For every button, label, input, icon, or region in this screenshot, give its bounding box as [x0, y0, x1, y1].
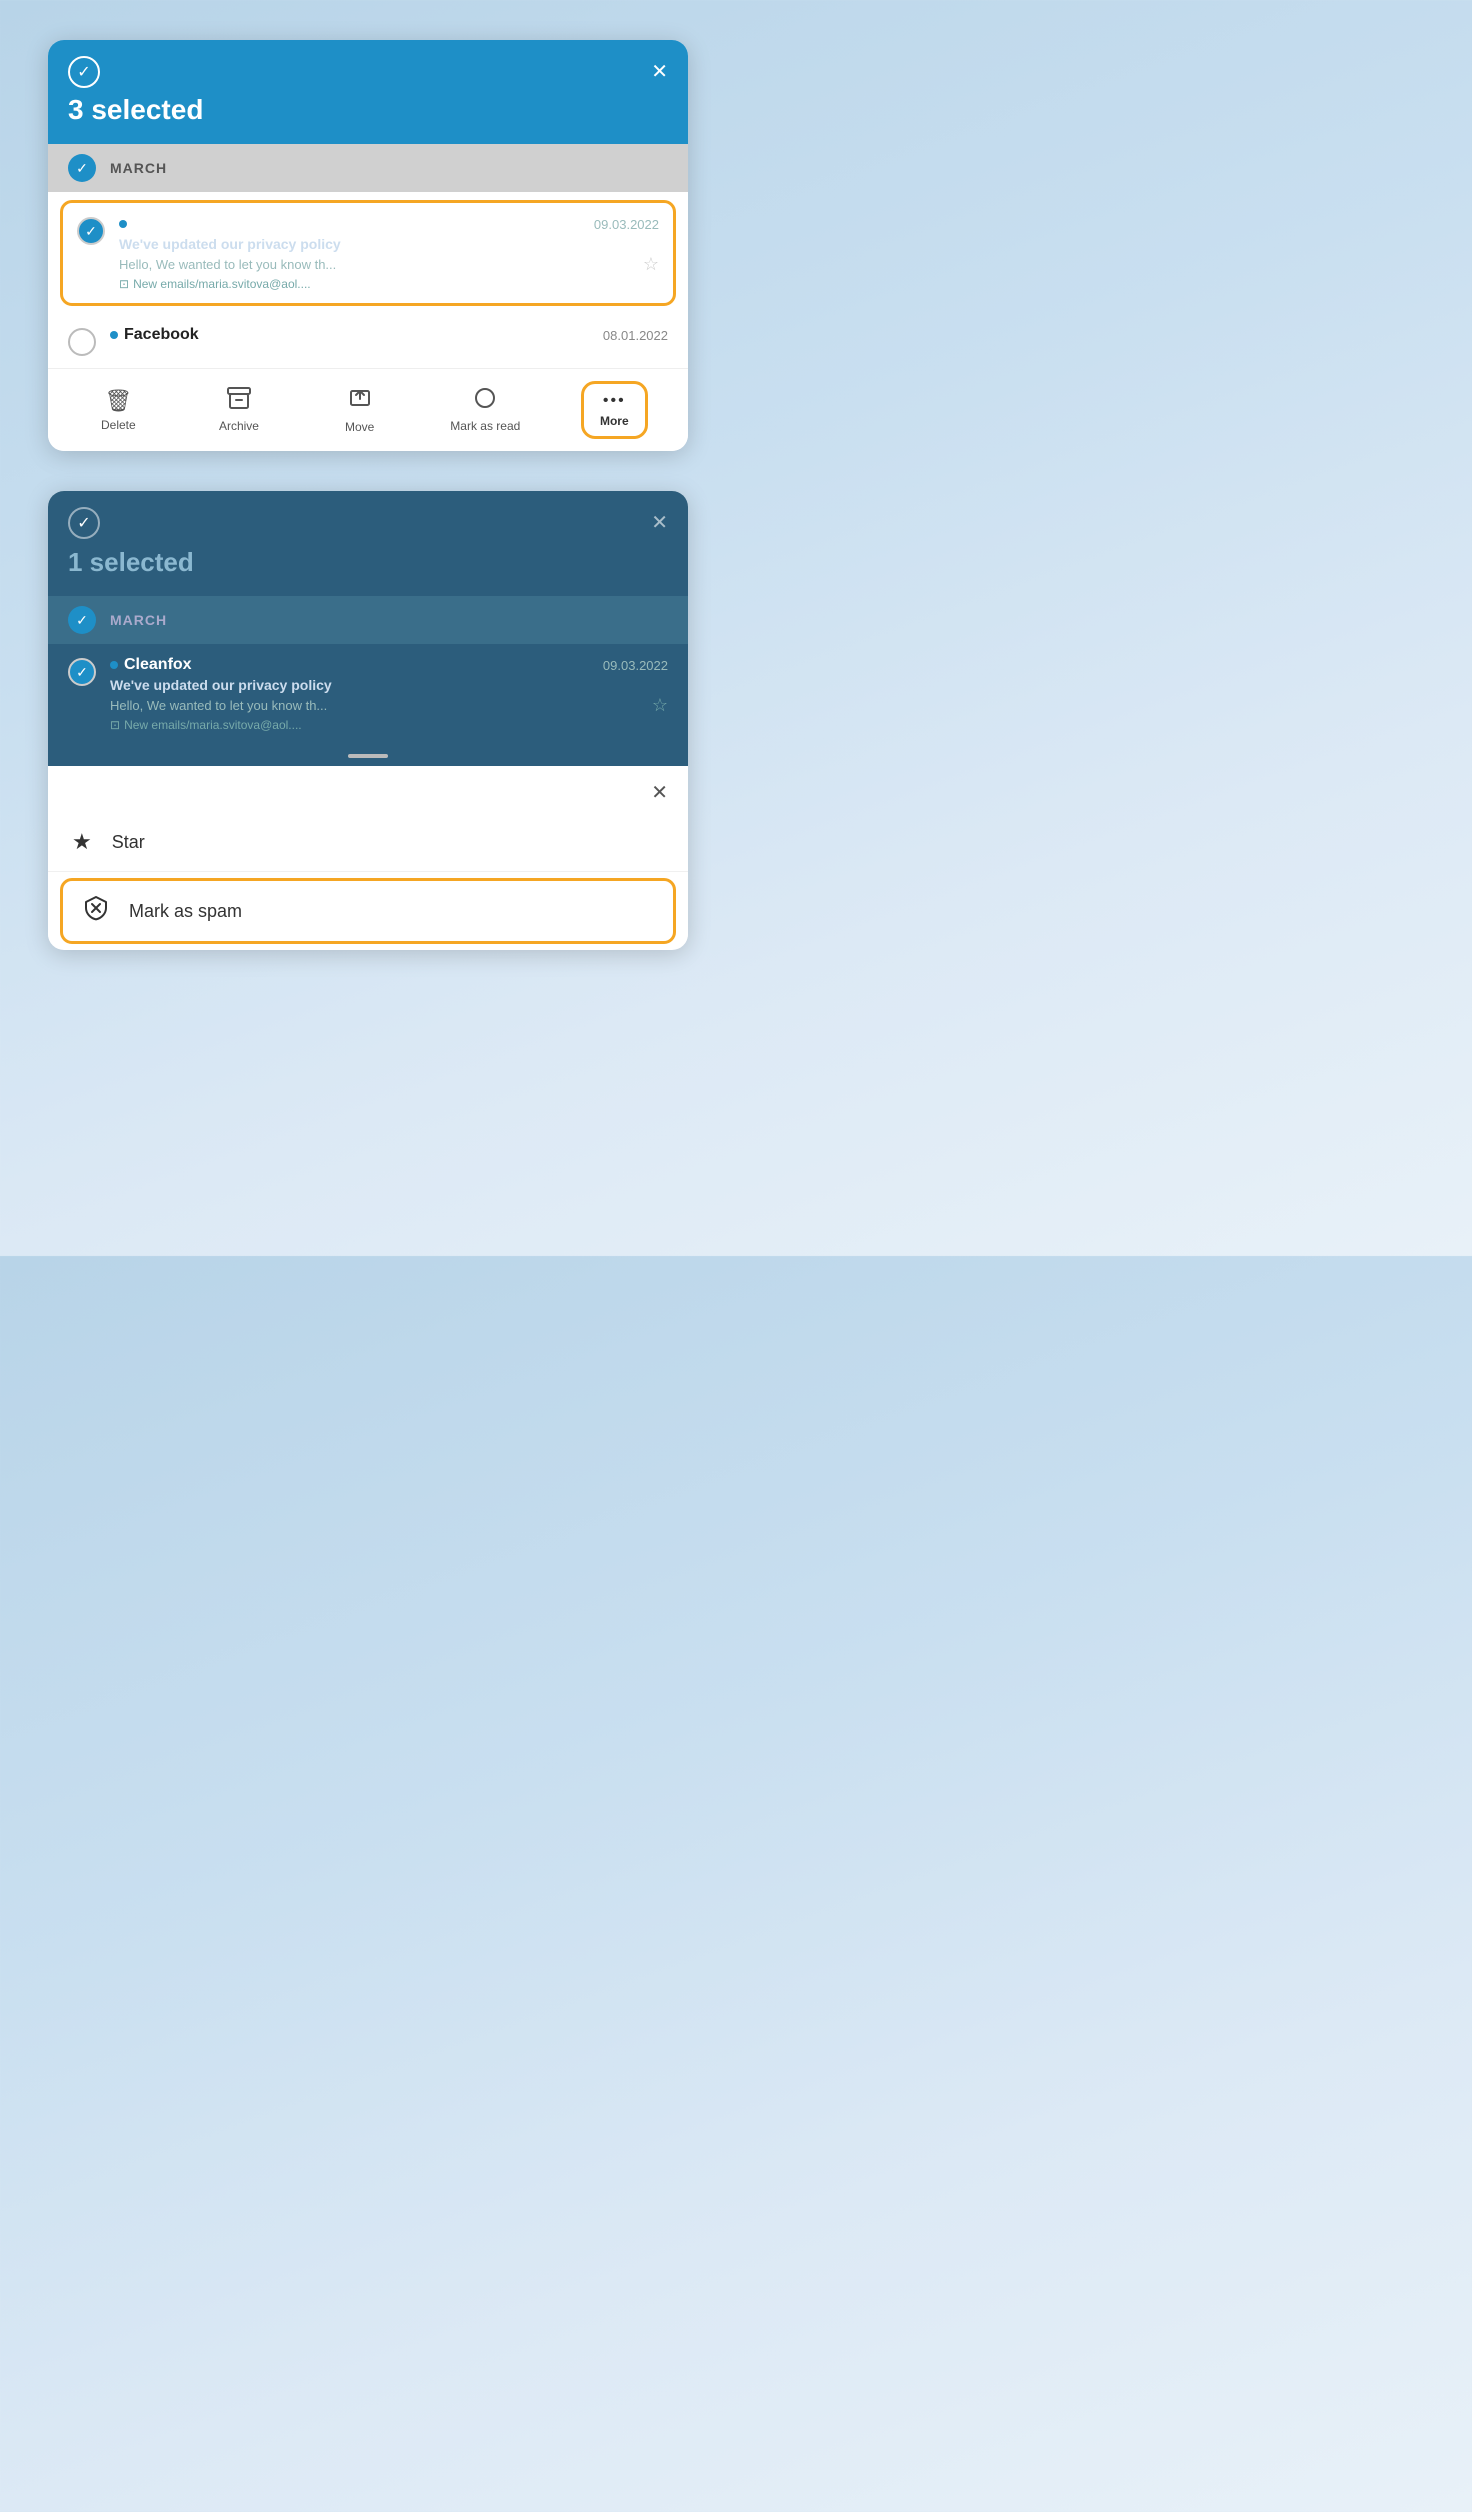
move-label: Move	[345, 420, 374, 434]
panel-1: ✓ ✕ 3 selected ✓ MARCH ✓ Cleanfox 09.03.…	[48, 40, 688, 451]
archive-icon	[227, 387, 251, 415]
panel2-title: 1 selected	[68, 547, 668, 578]
panel-2: ✓ ✕ 1 selected ✓ MARCH ✓ Cleanfox 09.03.…	[48, 491, 688, 950]
archive-label: Archive	[219, 419, 259, 433]
panel1-month-label: MARCH	[110, 160, 167, 176]
panel2-email-folder: ⊡ New emails/maria.svitova@aol....	[110, 718, 668, 732]
toolbar-more[interactable]: ••• More	[581, 381, 648, 439]
spam-bs-label: Mark as spam	[129, 901, 242, 922]
panel2-email-area: ✓ Cleanfox 09.03.2022 We've updated our …	[48, 644, 688, 766]
email-content-facebook: Facebook 08.01.2022	[110, 326, 668, 347]
panel1-close-button[interactable]: ✕	[651, 62, 668, 82]
panel2-month-bar: ✓ MARCH	[48, 596, 688, 644]
bottom-sheet: ✕ ★ Star Mark as spam	[48, 766, 688, 944]
toolbar-archive[interactable]: Archive	[209, 387, 269, 433]
panel2-month-label: MARCH	[110, 612, 167, 628]
email-content-cleanfox: Cleanfox 09.03.2022 We've updated our pr…	[119, 215, 659, 291]
toolbar-mark-read[interactable]: Mark as read	[450, 387, 520, 433]
panel2-email-content: Cleanfox 09.03.2022 We've updated our pr…	[110, 656, 668, 732]
panel2-close-button[interactable]: ✕	[651, 513, 668, 533]
email-check-facebook[interactable]	[68, 328, 96, 356]
email-date-facebook: 08.01.2022	[603, 328, 668, 343]
panel2-email-subject: We've updated our privacy policy	[110, 677, 668, 693]
email-date-cleanfox: 09.03.2022	[594, 217, 659, 232]
email-sender-facebook: Facebook	[110, 326, 199, 344]
panel1-check-icon[interactable]: ✓	[68, 56, 100, 88]
move-icon	[348, 386, 372, 416]
spam-bs-icon	[83, 895, 109, 927]
mark-read-icon	[474, 387, 496, 415]
email-sender-cleanfox: Cleanfox	[119, 215, 201, 233]
star-bs-label: Star	[112, 832, 145, 853]
email-row-facebook[interactable]: Facebook 08.01.2022	[48, 314, 688, 369]
bottom-sheet-close-button[interactable]: ✕	[651, 780, 668, 805]
panel1-header: ✓ ✕ 3 selected	[48, 40, 688, 144]
more-icon: •••	[603, 392, 626, 410]
panel2-email-date: 09.03.2022	[603, 658, 668, 673]
unread-dot-cleanfox	[119, 220, 127, 228]
delete-label: Delete	[101, 418, 136, 432]
panel2-unread-dot	[110, 661, 118, 669]
toolbar-move[interactable]: Move	[330, 386, 390, 434]
panel1-month-bar: ✓ MARCH	[48, 144, 688, 192]
panel2-month-check[interactable]: ✓	[68, 606, 96, 634]
email-folder-cleanfox: ⊡ New emails/maria.svitova@aol....	[119, 277, 659, 291]
toolbar-delete[interactable]: 🗑 Delete	[88, 388, 148, 432]
panel2-email-sender: Cleanfox	[110, 656, 192, 674]
delete-icon: 🗑	[104, 388, 132, 414]
bottom-sheet-item-star[interactable]: ★ Star	[48, 813, 688, 872]
panel2-star-icon[interactable]: ☆	[652, 695, 668, 716]
panel2-email-preview: Hello, We wanted to let you know th... ☆	[110, 695, 668, 716]
email-preview-cleanfox: Hello, We wanted to let you know th... ☆	[119, 254, 659, 275]
panel2-folder-icon: ⊡	[110, 718, 120, 732]
mark-read-label: Mark as read	[450, 419, 520, 433]
email-subject-cleanfox: We've updated our privacy policy	[119, 236, 659, 252]
panel2-email-check[interactable]: ✓	[68, 658, 96, 686]
drag-handle	[348, 754, 388, 758]
panel2-check-icon[interactable]: ✓	[68, 507, 100, 539]
star-bs-icon: ★	[72, 829, 92, 855]
panel1-month-check[interactable]: ✓	[68, 154, 96, 182]
folder-icon-cleanfox: ⊡	[119, 277, 129, 291]
panel2-header: ✓ ✕ 1 selected	[48, 491, 688, 596]
panel1-title: 3 selected	[68, 94, 668, 126]
star-icon-cleanfox[interactable]: ☆	[643, 254, 659, 275]
bottom-sheet-header: ✕	[48, 766, 688, 813]
panel1-toolbar: 🗑 Delete Archive Move	[48, 369, 688, 451]
unread-dot-facebook	[110, 331, 118, 339]
email-row-cleanfox[interactable]: ✓ Cleanfox 09.03.2022 We've updated our …	[60, 200, 676, 306]
panel2-email-row[interactable]: ✓ Cleanfox 09.03.2022 We've updated our …	[48, 644, 688, 744]
bottom-sheet-item-spam[interactable]: Mark as spam	[60, 878, 676, 944]
email-check-cleanfox[interactable]: ✓	[77, 217, 105, 245]
more-label: More	[600, 414, 629, 428]
